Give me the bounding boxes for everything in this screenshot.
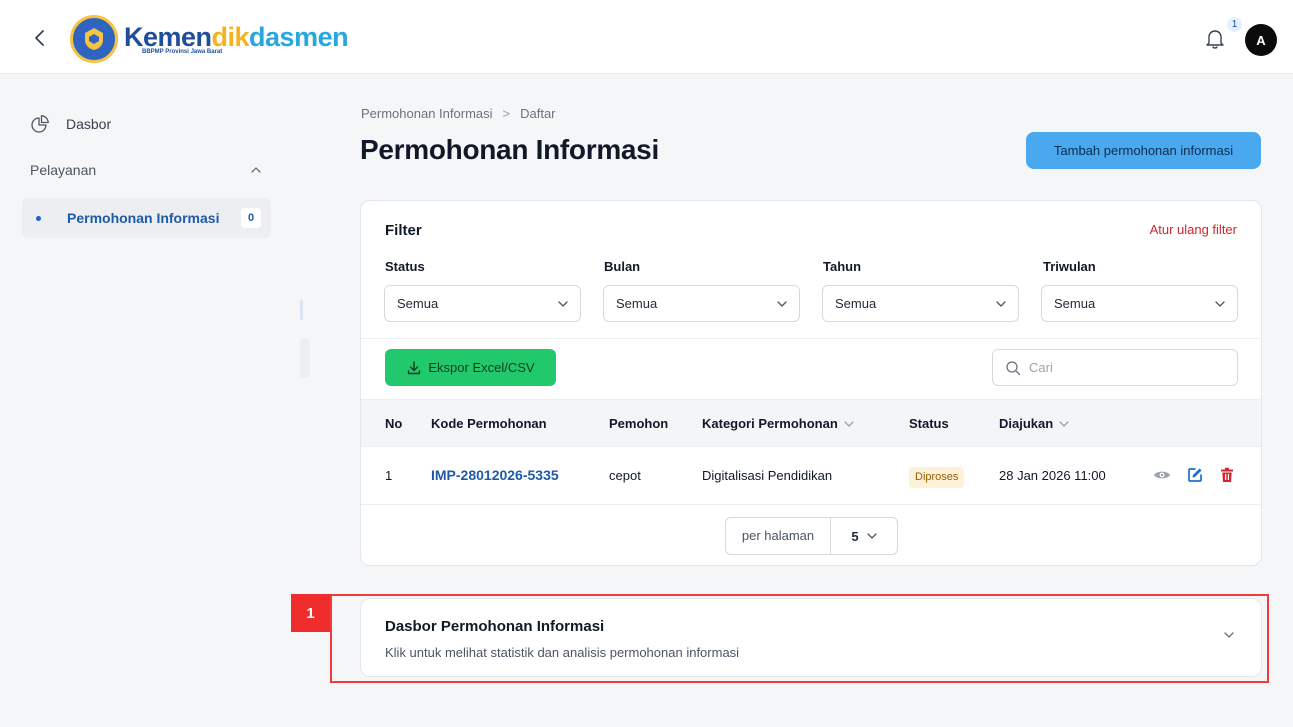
active-dot-icon xyxy=(36,215,41,221)
chevron-down-icon xyxy=(558,300,568,307)
logo-emblem-icon xyxy=(70,15,118,63)
search-icon xyxy=(1006,360,1021,375)
edit-icon xyxy=(1188,468,1202,482)
column-header-no: No xyxy=(385,416,403,431)
dashboard-panel-toggle[interactable]: Dasbor Permohonan Informasi Klik untuk m… xyxy=(360,598,1262,677)
column-header-pemohon: Pemohon xyxy=(609,416,669,431)
scroll-indicator xyxy=(300,338,310,378)
sidebar-item-label: Dasbor xyxy=(66,116,112,132)
breadcrumb-item[interactable]: Permohonan Informasi xyxy=(361,106,493,121)
column-header-diajukan[interactable]: Diajukan xyxy=(999,416,1069,431)
sidebar-item-label: Permohonan Informasi xyxy=(67,210,220,226)
filter-label-triwulan: Triwulan xyxy=(1043,259,1096,274)
logo[interactable]: Kemendikdasmen BBPMP Provinsi Jawa Barat xyxy=(70,14,349,64)
export-excel-button[interactable]: Ekspor Excel/CSV xyxy=(385,349,556,386)
dashboard-panel-subtitle: Klik untuk melihat statistik dan analisi… xyxy=(385,645,740,660)
cell-category: Digitalisasi Pendidikan xyxy=(702,468,833,483)
column-header-label: Diajukan xyxy=(999,416,1054,431)
logo-text: Kemendikdasmen BBPMP Provinsi Jawa Barat xyxy=(124,22,349,55)
bulan-select[interactable]: Semua xyxy=(603,285,800,322)
back-button[interactable] xyxy=(28,26,50,50)
sidebar-section-label: Pelayanan xyxy=(30,162,97,178)
avatar[interactable]: A xyxy=(1245,24,1277,56)
sidebar-section-pelayanan[interactable]: Pelayanan xyxy=(30,162,262,178)
search-box xyxy=(992,349,1238,386)
breadcrumb-item: Daftar xyxy=(520,106,556,121)
cell-request-code-link[interactable]: IMP-28012026-5335 xyxy=(431,467,559,483)
select-value: Semua xyxy=(397,296,439,311)
chevron-down-icon xyxy=(777,300,787,307)
bell-icon xyxy=(1206,30,1224,49)
status-badge: Diproses xyxy=(909,467,965,488)
filter-label-tahun: Tahun xyxy=(823,259,862,274)
top-header: Kemendikdasmen BBPMP Provinsi Jawa Barat… xyxy=(0,0,1293,74)
notification-badge: 1 xyxy=(1227,17,1242,32)
column-header-kode: Kode Permohonan xyxy=(431,416,547,431)
chevron-up-icon xyxy=(251,167,261,173)
column-header-kategori[interactable]: Kategori Permohonan xyxy=(702,416,854,431)
per-page-selector: per halaman 5 xyxy=(725,517,898,555)
column-header-label: Kategori Permohonan xyxy=(702,416,838,431)
filter-title: Filter xyxy=(385,222,422,239)
chevron-down-icon xyxy=(1059,420,1069,427)
cell-submitted: 28 Jan 2026 11:00 xyxy=(999,468,1106,483)
sidebar-item-permohonan-informasi[interactable]: Permohonan Informasi 0 xyxy=(22,198,271,238)
search-input[interactable] xyxy=(1029,360,1219,375)
sidebar-item-count: 0 xyxy=(241,208,261,228)
annotation-marker: 1 xyxy=(291,594,330,632)
chevron-down-icon xyxy=(844,420,854,427)
per-page-value: 5 xyxy=(851,528,859,544)
select-value: Semua xyxy=(616,296,658,311)
select-value: Semua xyxy=(1054,296,1096,311)
select-value: Semua xyxy=(835,296,877,311)
download-icon xyxy=(408,360,421,374)
logo-name: Kemendikdasmen xyxy=(124,22,349,52)
trash-icon xyxy=(1221,467,1233,482)
page-title: Permohonan Informasi xyxy=(360,134,659,165)
column-header-status: Status xyxy=(909,416,949,431)
notification-button[interactable] xyxy=(1205,28,1227,52)
chevron-down-icon xyxy=(1215,300,1225,307)
scroll-indicator xyxy=(300,300,303,320)
eye-icon xyxy=(1154,471,1170,479)
dashboard-panel-title: Dasbor Permohonan Informasi xyxy=(385,618,605,635)
filter-label-bulan: Bulan xyxy=(604,259,641,274)
table-header: No Kode Permohonan Pemohon Kategori Perm… xyxy=(361,399,1261,447)
requests-card: Filter Atur ulang filter Status Bulan Ta… xyxy=(360,200,1262,566)
sidebar-item-dasbor[interactable]: Dasbor xyxy=(30,114,111,134)
per-page-select[interactable]: 5 xyxy=(831,529,897,544)
chevron-down-icon xyxy=(1224,632,1234,638)
cell-no: 1 xyxy=(385,468,393,483)
cell-requester: cepot xyxy=(609,468,641,483)
chevron-down-icon xyxy=(866,533,877,539)
chevron-left-icon xyxy=(35,30,44,46)
edit-button[interactable] xyxy=(1185,465,1205,485)
export-label: Ekspor Excel/CSV xyxy=(428,360,535,375)
view-button[interactable] xyxy=(1152,465,1172,485)
tahun-select[interactable]: Semua xyxy=(822,285,1019,322)
triwulan-select[interactable]: Semua xyxy=(1041,285,1238,322)
sidebar: Dasbor Pelayanan Permohonan Informasi 0 xyxy=(0,74,290,727)
filter-label-status: Status xyxy=(385,259,425,274)
chevron-down-icon xyxy=(996,300,1006,307)
breadcrumb-separator: > xyxy=(502,106,511,121)
pie-chart-icon xyxy=(31,115,49,133)
add-request-button[interactable]: Tambah permohonan informasi xyxy=(1026,132,1261,169)
table-row: 1 IMP-28012026-5335 cepot Digitalisasi P… xyxy=(361,447,1261,505)
divider xyxy=(361,338,1261,339)
status-select[interactable]: Semua xyxy=(384,285,581,322)
reset-filter-link[interactable]: Atur ulang filter xyxy=(1150,222,1237,237)
delete-button[interactable] xyxy=(1217,465,1237,485)
per-page-label: per halaman xyxy=(726,518,831,554)
logo-subtitle: BBPMP Provinsi Jawa Barat xyxy=(142,49,223,55)
breadcrumb: Permohonan Informasi > Daftar xyxy=(361,106,556,121)
